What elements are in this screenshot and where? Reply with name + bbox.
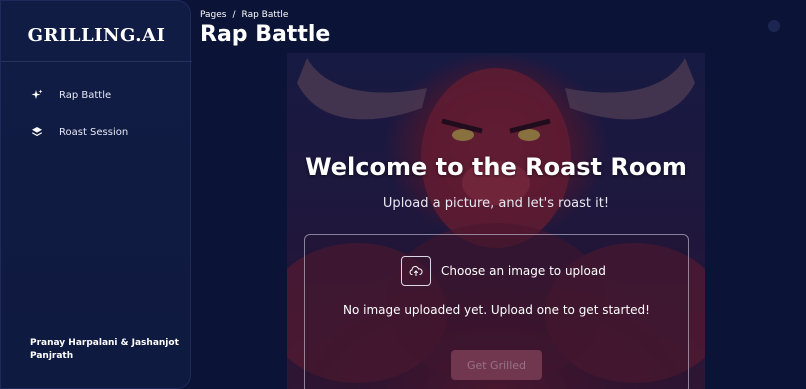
breadcrumb-pages[interactable]: Pages <box>200 10 226 20</box>
get-grilled-button[interactable]: Get Grilled <box>451 350 542 380</box>
upload-label[interactable]: Choose an image to upload <box>441 264 606 278</box>
sparkles-icon <box>31 89 43 101</box>
breadcrumb-current: Rap Battle <box>241 10 289 20</box>
page-title: Rap Battle <box>200 22 331 47</box>
sidebar: GRILLING.AI Rap Battle Roast Session Pra… <box>0 0 192 389</box>
breadcrumb: Pages / Rap Battle <box>200 10 288 20</box>
breadcrumb-separator: / <box>232 10 236 20</box>
welcome-heading: Welcome to the Roast Room <box>305 153 687 181</box>
upload-picker[interactable]: Choose an image to upload <box>401 256 606 286</box>
sidebar-divider <box>1 61 192 62</box>
authors-credit: Pranay Harpalani & Jashanjot Panjrath <box>30 338 179 361</box>
sidebar-item-label: Rap Battle <box>59 89 112 101</box>
upload-card: Choose an image to upload No image uploa… <box>304 234 689 389</box>
layers-icon <box>31 126 43 138</box>
cloud-upload-icon[interactable] <box>401 256 431 286</box>
app-root: GRILLING.AI Rap Battle Roast Session Pra… <box>0 0 806 389</box>
app-logo: GRILLING.AI <box>27 25 166 46</box>
sidebar-item-rap-battle[interactable]: Rap Battle <box>31 85 111 105</box>
sidebar-item-roast-session[interactable]: Roast Session <box>31 122 128 142</box>
upload-status: No image uploaded yet. Upload one to get… <box>343 303 650 317</box>
welcome-subtitle: Upload a picture, and let's roast it! <box>382 196 610 211</box>
sidebar-item-label: Roast Session <box>59 126 129 138</box>
header-action-dot[interactable] <box>768 20 780 32</box>
